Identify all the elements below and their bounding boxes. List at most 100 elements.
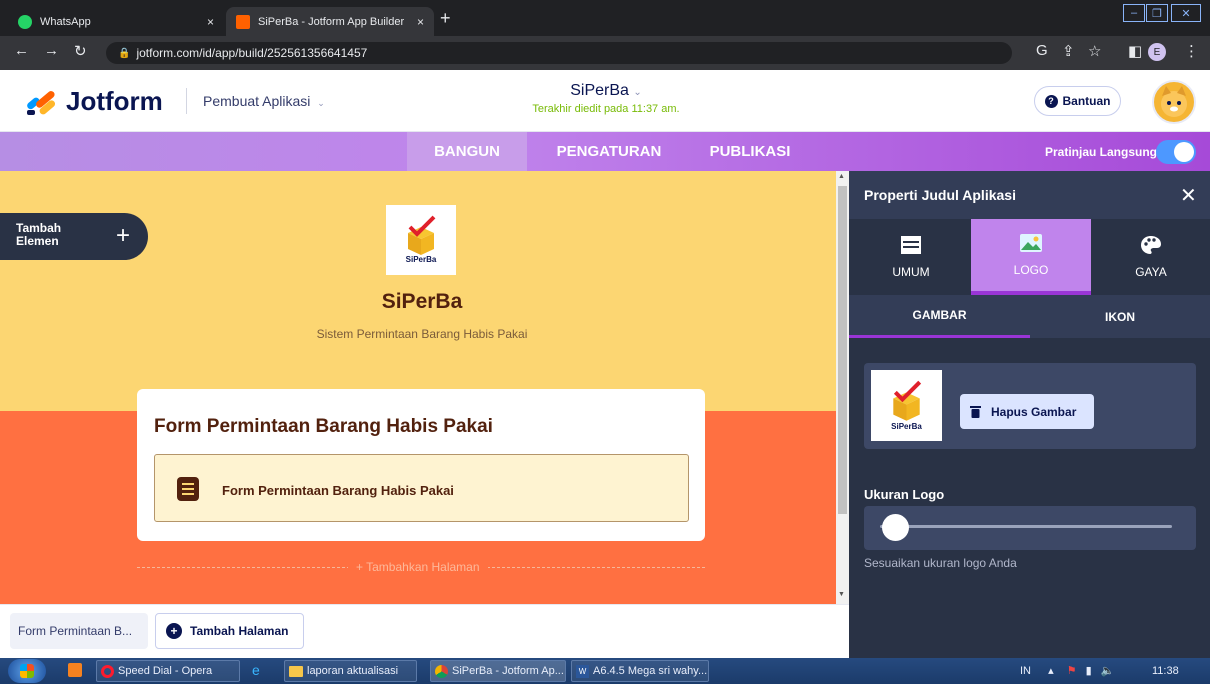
tab-jotform[interactable]: SiPerBa - Jotform App Builder × xyxy=(226,7,434,36)
logo-size-hint: Sesuaikan ukuran logo Anda xyxy=(864,556,1017,570)
box-check-logo-icon xyxy=(408,215,436,255)
app-title: SiPerBa xyxy=(570,82,629,99)
minimize-button[interactable]: – xyxy=(1123,4,1145,22)
delete-image-label: Hapus Gambar xyxy=(991,404,1077,419)
logo-size-slider-track[interactable] xyxy=(880,525,1172,528)
side-panel-icon[interactable]: ◧ xyxy=(1128,42,1142,60)
add-page-link[interactable]: + Tambahkan Halaman xyxy=(348,560,488,574)
language-indicator[interactable]: IN xyxy=(1020,665,1031,677)
logo-size-slider-box xyxy=(864,506,1196,550)
bookmark-star-icon[interactable]: ☆ xyxy=(1088,42,1101,60)
restore-button[interactable]: ❐ xyxy=(1146,4,1168,22)
scroll-up-icon[interactable]: ▲ xyxy=(838,173,845,180)
tab-logo[interactable]: LOGO xyxy=(971,219,1091,295)
page-tab-current[interactable]: Form Permintaan B... xyxy=(10,613,148,649)
taskbar-item-folder[interactable]: laporan aktualisasi xyxy=(284,660,417,682)
menu-icon[interactable]: ⋮ xyxy=(1184,42,1199,60)
jotform-favicon xyxy=(236,14,250,29)
subtab-icon[interactable]: IKON xyxy=(1030,295,1210,338)
logo-thumbnail: SiPerBa xyxy=(871,370,942,441)
question-icon: ? xyxy=(1044,94,1058,108)
tray-expand-icon[interactable]: ▴ xyxy=(1048,665,1054,677)
app-title-dropdown[interactable]: SiPerBa ⌄ xyxy=(480,82,732,100)
form-element-label: Form Permintaan Barang Habis Pakai xyxy=(222,483,454,498)
volume-icon[interactable]: 🔈 xyxy=(1101,665,1115,677)
tab-label: SiPerBa - Jotform App Builder xyxy=(258,15,405,28)
logo-caption: SiPerBa xyxy=(405,255,437,264)
page-card-title[interactable]: Form Permintaan Barang Habis Pakai xyxy=(154,416,493,438)
tab-logo-label: LOGO xyxy=(1013,263,1049,277)
close-icon[interactable]: ✕ xyxy=(1180,183,1197,208)
subtab-image[interactable]: GAMBAR xyxy=(849,295,1030,338)
scroll-thumb[interactable] xyxy=(838,186,847,514)
cat-avatar-icon xyxy=(1161,86,1187,117)
help-label: Bantuan xyxy=(1062,94,1111,108)
reload-icon[interactable]: ↻ xyxy=(74,42,87,60)
tab-general[interactable]: UMUM xyxy=(851,219,971,295)
tab-build[interactable]: BANGUN xyxy=(407,132,527,171)
taskbar-item-opera[interactable]: Speed Dial - Opera xyxy=(96,660,240,682)
form-icon xyxy=(177,477,199,501)
taskbar-item-label: SiPerBa - Jotform Ap... xyxy=(452,665,564,677)
taskbar-item-chrome[interactable]: SiPerBa - Jotform Ap... xyxy=(430,660,566,682)
taskbar-item-label: laporan aktualisasi xyxy=(307,665,399,677)
share-icon[interactable]: ⇪ xyxy=(1062,42,1075,60)
help-button[interactable]: ? Bantuan xyxy=(1034,86,1121,116)
app-name[interactable]: SiPerBa xyxy=(300,290,544,314)
close-window-button[interactable]: ✕ xyxy=(1171,4,1201,22)
add-page-button[interactable]: + Tambah Halaman xyxy=(155,613,304,649)
start-button[interactable] xyxy=(8,659,46,683)
new-tab-button[interactable]: + xyxy=(440,8,451,29)
trash-icon xyxy=(970,406,981,418)
tab-style[interactable]: GAYA xyxy=(1091,219,1210,295)
live-preview-label: Pratinjau Langsung xyxy=(1045,145,1158,159)
layout-icon xyxy=(901,236,921,254)
user-avatar[interactable] xyxy=(1152,80,1196,124)
close-tab-icon[interactable]: × xyxy=(207,15,214,29)
scroll-down-icon[interactable]: ▼ xyxy=(838,591,845,598)
tab-label: WhatsApp xyxy=(40,15,91,28)
image-icon xyxy=(1020,234,1042,252)
network-icon[interactable]: ⚑ xyxy=(1067,665,1077,677)
windows-logo-icon xyxy=(20,664,34,678)
logo-size-slider-handle[interactable] xyxy=(881,514,909,541)
close-tab-icon[interactable]: × xyxy=(417,15,424,29)
palette-icon xyxy=(1141,236,1161,254)
internet-explorer-icon[interactable]: e xyxy=(252,662,270,678)
plus-circle-icon: + xyxy=(166,623,182,639)
app-subtitle[interactable]: Sistem Permintaan Barang Habis Pakai xyxy=(260,327,584,341)
chevron-down-icon: ⌄ xyxy=(317,98,325,108)
tab-general-label: UMUM xyxy=(892,265,930,279)
tab-settings[interactable]: PENGATURAN xyxy=(540,132,678,171)
thumbnail-caption: SiPerBa xyxy=(891,422,922,431)
taskbar-item-word[interactable]: W A6.4.5 Mega sri wahy... xyxy=(571,660,709,682)
toggle-knob[interactable] xyxy=(1174,142,1194,162)
url-text: jotform.com/id/app/build/252561356641457 xyxy=(136,46,368,60)
add-element-label: Tambah Elemen xyxy=(16,221,62,248)
clock[interactable]: 11:38 xyxy=(1152,665,1179,677)
app-maker-label: Pembuat Aplikasi xyxy=(203,93,311,109)
profile-avatar[interactable]: E xyxy=(1148,43,1166,61)
forward-icon[interactable]: → xyxy=(44,42,59,59)
properties-panel-title: Properti Judul Aplikasi xyxy=(864,187,1016,203)
jotform-wordmark[interactable]: Jotform xyxy=(66,86,163,117)
app-logo[interactable]: SiPerBa xyxy=(386,205,456,275)
last-edited-status: Terakhir diedit pada 11:37 am. xyxy=(532,103,680,115)
delete-image-button[interactable]: Hapus Gambar xyxy=(960,394,1094,429)
plus-icon: + xyxy=(116,222,131,249)
taskbar-item-label: Speed Dial - Opera xyxy=(118,665,213,677)
word-icon: W xyxy=(576,664,589,678)
app-maker-dropdown[interactable]: Pembuat Aplikasi ⌄ xyxy=(203,93,325,109)
battery-icon[interactable]: ▮ xyxy=(1086,665,1092,677)
header-divider xyxy=(186,88,187,114)
google-icon[interactable]: G xyxy=(1036,42,1048,59)
address-bar[interactable]: 🔒 jotform.com/id/app/build/2525613566414… xyxy=(106,42,1012,64)
jotform-logo-icon[interactable] xyxy=(24,86,60,116)
back-icon[interactable]: ← xyxy=(14,42,29,59)
tab-style-label: GAYA xyxy=(1135,265,1167,279)
tab-publish[interactable]: PUBLIKASI xyxy=(700,132,800,171)
media-player-icon[interactable] xyxy=(68,663,82,677)
tab-whatsapp[interactable]: WhatsApp × xyxy=(8,7,224,36)
add-page-label: Tambah Halaman xyxy=(190,624,289,638)
system-tray[interactable]: IN ▴ ⚑ ▮ 🔈 xyxy=(1020,664,1114,677)
